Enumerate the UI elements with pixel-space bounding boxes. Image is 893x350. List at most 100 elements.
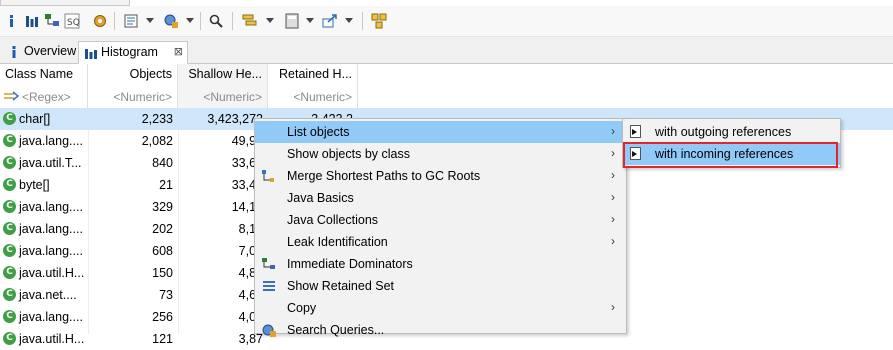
- gear-icon[interactable]: [92, 13, 108, 29]
- chevron-down-icon[interactable]: [345, 18, 353, 23]
- objects-cell: 2,233: [141, 112, 173, 126]
- toolbar-separator: [114, 12, 115, 30]
- menu-item-copy[interactable]: Copy ›: [255, 297, 626, 319]
- objects-cell: 21: [159, 178, 173, 192]
- info-icon: [12, 46, 16, 58]
- filter-shallow-heap[interactable]: <Numeric>: [178, 86, 268, 108]
- tab-label: Overview: [24, 44, 77, 58]
- group-by-icon[interactable]: [242, 13, 258, 29]
- menu-item-show-objects-by-class[interactable]: Show objects by class ›: [255, 143, 626, 165]
- objects-cell: 202: [152, 222, 173, 236]
- menu-item-immediate-dominators[interactable]: Immediate Dominators: [255, 253, 626, 275]
- submenu-arrow-icon: ›: [611, 124, 615, 138]
- dominator-tree-icon[interactable]: [44, 13, 60, 29]
- objects-cell: 329: [152, 200, 173, 214]
- list-objects-submenu: with outgoing references with incoming r…: [622, 118, 841, 168]
- calculator-icon[interactable]: [284, 13, 300, 29]
- export-icon[interactable]: [322, 13, 338, 29]
- column-header-objects[interactable]: Objects: [88, 64, 178, 86]
- editor-tabs: Overview Histogram ⊠: [0, 37, 893, 64]
- menu-item-label: Java Basics: [287, 191, 354, 205]
- menu-item-merge-shortest-paths[interactable]: Merge Shortest Paths to GC Roots ›: [255, 165, 626, 187]
- objects-cell: 150: [152, 266, 173, 280]
- column-header-class-name[interactable]: Class Name: [0, 64, 88, 86]
- query-browser-icon[interactable]: [163, 13, 179, 29]
- main-toolbar: SQL: [0, 6, 893, 37]
- objects-cell: 840: [152, 156, 173, 170]
- info-icon[interactable]: [4, 13, 20, 29]
- class-name-cell: java.util.H...: [19, 266, 85, 280]
- menu-item-with-outgoing-references[interactable]: with outgoing references: [623, 121, 840, 143]
- histogram-icon: [85, 49, 97, 59]
- oql-icon[interactable]: SQL: [64, 13, 80, 29]
- submenu-arrow-icon: ›: [611, 300, 615, 314]
- close-icon[interactable]: ⊠: [174, 45, 183, 58]
- menu-item-show-retained-set[interactable]: Show Retained Set: [255, 275, 626, 297]
- objects-cell: 2,082: [141, 134, 173, 148]
- submenu-arrow-icon: ›: [611, 168, 615, 182]
- menu-item-search-queries[interactable]: Search Queries...: [255, 319, 626, 341]
- menu-item-label: Java Collections: [287, 213, 379, 227]
- objects-cell: 256: [152, 310, 173, 324]
- regex-filter-icon: [4, 91, 19, 101]
- submenu-arrow-icon: ›: [611, 234, 615, 248]
- menu-item-label: with outgoing references: [655, 125, 792, 139]
- menu-item-leak-identification[interactable]: Leak Identification ›: [255, 231, 626, 253]
- submenu-arrow-icon: ›: [611, 190, 615, 204]
- filter-objects[interactable]: <Numeric>: [88, 86, 178, 108]
- search-icon[interactable]: [208, 13, 224, 29]
- chevron-down-icon[interactable]: [266, 18, 274, 23]
- chevron-down-icon[interactable]: [186, 18, 194, 23]
- tab-label: Histogram: [101, 45, 158, 59]
- class-name-cell: java.lang....: [19, 244, 83, 258]
- objects-cell: 608: [152, 244, 173, 258]
- menu-item-label: with incoming references: [655, 147, 794, 161]
- class-name-cell: java.net....: [19, 288, 77, 302]
- menu-item-list-objects[interactable]: List objects ›: [255, 121, 626, 143]
- menu-item-label: Immediate Dominators: [287, 257, 413, 271]
- compare-icon[interactable]: [371, 13, 387, 29]
- menu-item-java-basics[interactable]: Java Basics ›: [255, 187, 626, 209]
- menu-item-label: Show objects by class: [287, 147, 410, 161]
- menu-item-label: Copy: [287, 301, 317, 315]
- menu-item-label: Search Queries...: [287, 323, 385, 337]
- menu-item-java-collections[interactable]: Java Collections ›: [255, 209, 626, 231]
- tab-overview[interactable]: Overview: [2, 41, 78, 63]
- menu-item-with-incoming-references[interactable]: with incoming references: [623, 143, 840, 165]
- toolbar-separator: [232, 12, 233, 30]
- objects-cell: 73: [159, 288, 173, 302]
- context-menu: List objects › Show objects by class › M…: [254, 118, 627, 337]
- search-queries-icon: [262, 324, 276, 337]
- outgoing-references-icon: [630, 125, 641, 138]
- class-name-cell: char[]: [19, 112, 51, 126]
- incoming-references-icon: [630, 147, 641, 160]
- menu-item-label: List objects: [287, 125, 350, 139]
- svg-text:SQL: SQL: [67, 18, 80, 28]
- class-name-cell: byte[]: [19, 178, 50, 192]
- path-tree-icon: [262, 170, 274, 182]
- class-name-cell: java.lang....: [19, 200, 83, 214]
- run-report-icon[interactable]: [123, 13, 139, 29]
- toolbar-separator: [200, 12, 201, 30]
- class-name-cell: java.lang....: [19, 134, 83, 148]
- menu-item-label: Show Retained Set: [287, 279, 395, 293]
- column-header-retained-heap[interactable]: Retained H...: [268, 64, 358, 86]
- column-header-shallow-heap[interactable]: Shallow He...: [178, 64, 268, 86]
- chevron-down-icon[interactable]: [306, 18, 314, 23]
- class-name-cell: java.util.H...: [19, 332, 85, 346]
- class-name-cell: java.util.T...: [19, 156, 82, 170]
- submenu-arrow-icon: ›: [611, 212, 615, 226]
- chevron-down-icon[interactable]: [146, 18, 154, 23]
- tab-histogram[interactable]: Histogram ⊠: [78, 41, 188, 64]
- histogram-icon[interactable]: [24, 13, 40, 29]
- dominator-icon: [262, 258, 275, 269]
- menu-item-label: Leak Identification: [287, 235, 388, 249]
- class-name-cell: java.lang....: [19, 310, 83, 324]
- filter-retained-heap[interactable]: <Numeric>: [268, 86, 358, 108]
- objects-cell: 121: [152, 332, 173, 346]
- class-name-cell: java.lang....: [19, 222, 83, 236]
- retained-set-icon: [263, 281, 275, 291]
- menu-item-label: Merge Shortest Paths to GC Roots: [287, 169, 481, 183]
- submenu-arrow-icon: ›: [611, 146, 615, 160]
- toolbar-separator: [362, 12, 363, 30]
